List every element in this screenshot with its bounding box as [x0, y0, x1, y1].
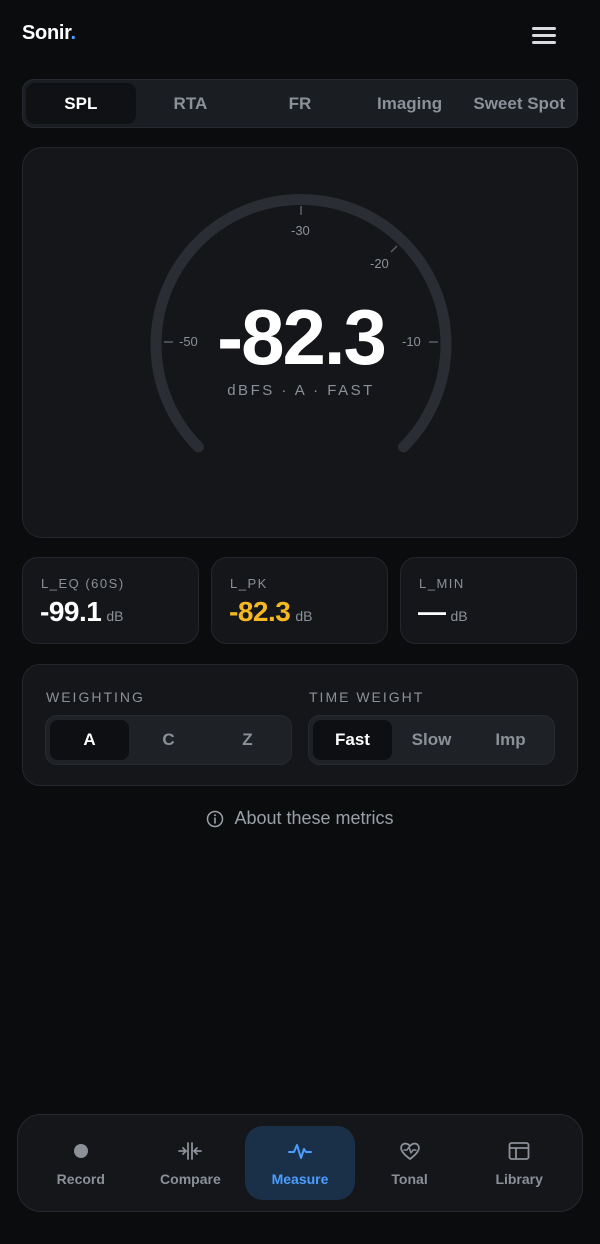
time-weight-label: TIME WEIGHT — [309, 689, 425, 705]
nav-item-tonal[interactable]: Tonal — [355, 1126, 465, 1200]
stat-number-lpk: -82.3 — [229, 596, 291, 627]
gauge-tick-label-20: -20 — [370, 256, 389, 271]
time-weight-option-imp[interactable]: Imp — [471, 720, 550, 760]
stat-label-lpk: L_PK — [230, 576, 268, 591]
nav-label-compare: Compare — [160, 1170, 221, 1187]
time-weight-option-fast[interactable]: Fast — [313, 720, 392, 760]
app-header: Sonir. — [0, 0, 600, 72]
library-icon — [507, 1140, 531, 1162]
spl-readout-value: -82.3 — [217, 293, 387, 381]
bottom-navigation: Record Compare Measure Tonal Library — [17, 1114, 583, 1212]
measurement-controls-card: WEIGHTING A C Z TIME WEIGHT Fast Slow Im… — [22, 664, 578, 786]
weighting-option-c[interactable]: C — [129, 720, 208, 760]
app-name-dot: . — [70, 22, 77, 44]
stat-unit-lmin: dB — [450, 608, 468, 624]
weighting-option-z[interactable]: Z — [208, 720, 287, 760]
stat-value-lmin: — dB — [418, 596, 468, 628]
nav-label-tonal: Tonal — [391, 1170, 428, 1187]
nav-item-library[interactable]: Library — [464, 1126, 574, 1200]
gauge-tick-20 — [390, 245, 398, 253]
time-weight-segmented-control: Fast Slow Imp — [308, 715, 555, 765]
stat-unit-lpk: dB — [295, 608, 313, 624]
hamburger-icon-line-top — [532, 27, 556, 30]
nav-label-measure: Measure — [271, 1170, 329, 1187]
tab-fr[interactable]: FR — [245, 83, 355, 124]
hamburger-icon-line-mid — [532, 34, 556, 37]
nav-label-library: Library — [495, 1170, 543, 1187]
tab-sweet-spot[interactable]: Sweet Spot — [464, 83, 574, 124]
pulse-icon — [287, 1140, 313, 1162]
stat-number-lmin: — — [418, 596, 446, 627]
app-name: Sonir — [22, 22, 71, 44]
weighting-option-a[interactable]: A — [50, 720, 129, 760]
gauge-tick-label-30: -30 — [291, 223, 310, 238]
app-logo: Sonir. — [22, 22, 76, 45]
nav-item-compare[interactable]: Compare — [136, 1126, 246, 1200]
info-icon — [206, 810, 224, 828]
tab-rta[interactable]: RTA — [136, 83, 246, 124]
nav-label-record: Record — [56, 1170, 105, 1187]
stat-label-leq: L_EQ (60S) — [41, 576, 125, 591]
weighting-segmented-control: A C Z — [45, 715, 292, 765]
hamburger-icon-line-bottom — [532, 41, 556, 44]
stat-card-lpk: L_PK -82.3 dB — [211, 557, 388, 644]
nav-item-measure[interactable]: Measure — [245, 1126, 355, 1200]
stat-number-leq: -99.1 — [40, 596, 102, 627]
spl-readout-unit: dBFS · A · FAST — [227, 382, 375, 399]
weighting-label: WEIGHTING — [46, 689, 145, 705]
about-metrics-link[interactable]: About these metrics — [0, 808, 600, 829]
tab-imaging[interactable]: Imaging — [355, 83, 465, 124]
stat-value-lpk: -82.3 dB — [229, 596, 312, 628]
stat-value-leq: -99.1 dB — [40, 596, 123, 628]
tab-spl[interactable]: SPL — [26, 83, 136, 124]
compare-icon — [177, 1140, 203, 1162]
hamburger-menu-button[interactable] — [526, 20, 562, 50]
measurement-tabs: SPL RTA FR Imaging Sweet Spot — [22, 79, 578, 128]
stat-card-lmin: L_MIN — dB — [400, 557, 577, 644]
stat-unit-leq: dB — [106, 608, 124, 624]
stat-label-lmin: L_MIN — [419, 576, 465, 591]
record-icon — [70, 1140, 92, 1162]
about-metrics-label: About these metrics — [234, 808, 394, 828]
nav-item-record[interactable]: Record — [26, 1126, 136, 1200]
time-weight-option-slow[interactable]: Slow — [392, 720, 471, 760]
spl-gauge-card: -30 -20 -50 -10 -82.3 dBFS · A · FAST — [22, 147, 578, 538]
heart-pulse-icon — [398, 1140, 422, 1162]
stat-card-leq: L_EQ (60S) -99.1 dB — [22, 557, 199, 644]
